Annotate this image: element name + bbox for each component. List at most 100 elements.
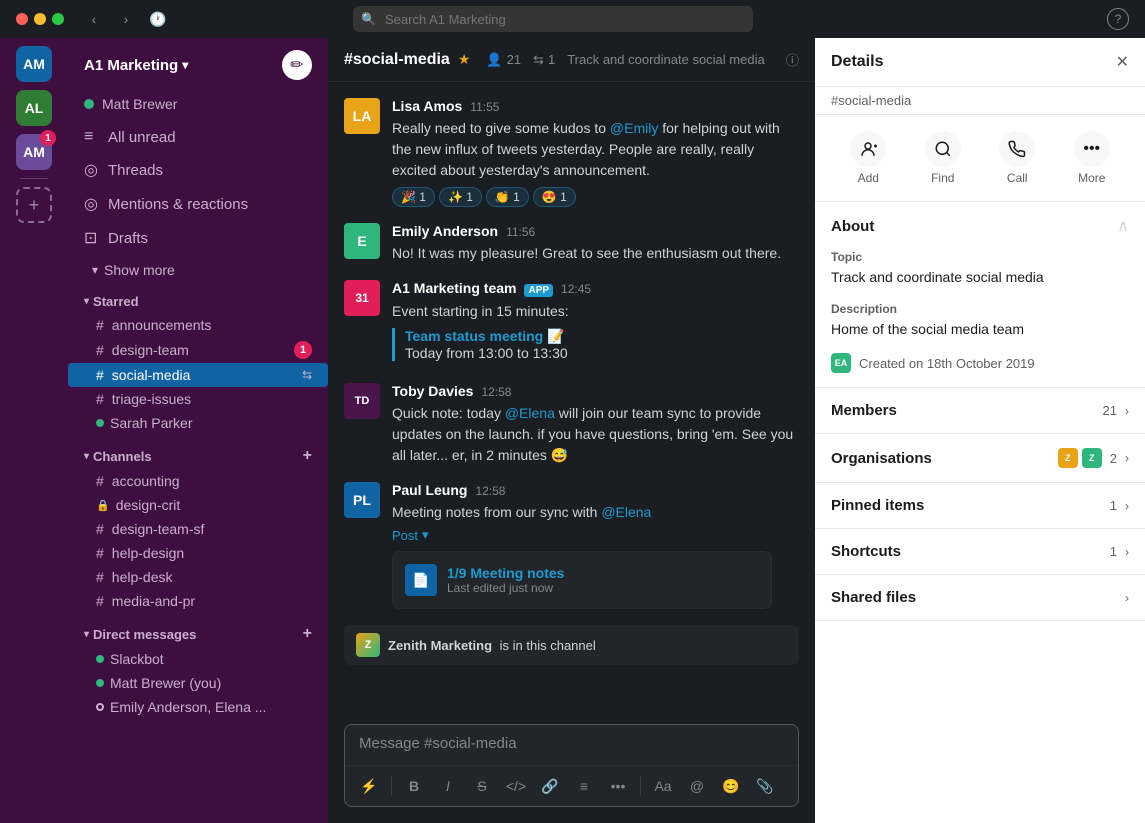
italic-button[interactable]: I — [434, 772, 462, 800]
channels-label: Channels — [93, 449, 152, 464]
mention[interactable]: @Elena — [601, 504, 651, 520]
nav-item-drafts[interactable]: ⊡ Drafts — [68, 222, 328, 254]
attachment-info: 1/9 Meeting notes Last edited just now — [447, 565, 759, 595]
nav-item-all-unread[interactable]: ≡ All unread — [68, 122, 328, 152]
help-button[interactable]: ? — [1107, 8, 1129, 30]
description-label: Description — [831, 302, 1129, 316]
sidebar-item-design-team[interactable]: # design-team 1 — [68, 337, 328, 363]
more-icon: ••• — [1074, 131, 1110, 167]
sidebar-item-design-crit[interactable]: 🔒 design-crit — [68, 493, 328, 517]
nav-item-mentions[interactable]: ◎ Mentions & reactions — [68, 188, 328, 220]
code-button[interactable]: </> — [502, 772, 530, 800]
reaction-item[interactable]: ✨ 1 — [439, 187, 482, 207]
lightning-button[interactable]: ⚡ — [355, 772, 383, 800]
close-details-button[interactable]: ✕ — [1116, 52, 1129, 72]
message-input[interactable]: Message #social-media — [345, 725, 798, 765]
about-section-header[interactable]: About ∧ — [815, 202, 1145, 250]
maximize-traffic-light[interactable] — [52, 13, 64, 25]
workspace-name[interactable]: A1 Marketing ▾ — [84, 57, 188, 74]
channel-title: #social-media — [344, 51, 450, 69]
quoted-title[interactable]: Team status meeting 📝 — [405, 328, 799, 345]
add-channel-button[interactable]: + — [303, 447, 312, 465]
workspace-avatar-al[interactable]: AL — [16, 90, 52, 126]
sidebar-item-emily-elena[interactable]: Emily Anderson, Elena ... — [68, 695, 328, 719]
avatar: E — [344, 223, 380, 259]
reaction-item[interactable]: 🎉 1 — [392, 187, 435, 207]
close-traffic-light[interactable] — [16, 13, 28, 25]
attach-button[interactable]: 📎 — [751, 772, 779, 800]
chevron-right-icon: › — [1125, 545, 1129, 559]
workspace-avatar-am[interactable]: AM — [16, 46, 52, 82]
members-section-header[interactable]: Members 21 › — [815, 388, 1145, 433]
history-button[interactable]: 🕐 — [144, 8, 172, 30]
sidebar-item-social-media[interactable]: # social-media ⇆ — [68, 363, 328, 387]
search-input[interactable] — [353, 6, 753, 32]
members-count[interactable]: 👤 21 — [486, 52, 521, 68]
emoji-button[interactable]: 😊 — [717, 772, 745, 800]
lock-icon: 🔒 — [96, 499, 110, 512]
show-more-nav[interactable]: ▾ Show more — [68, 258, 328, 282]
message-input-box: Message #social-media ⚡ B I S </> 🔗 ≡ ••… — [344, 724, 799, 807]
sidebar-item-accounting[interactable]: # accounting — [68, 469, 328, 493]
message-attachment[interactable]: 📄 1/9 Meeting notes Last edited just now — [392, 551, 772, 609]
sidebar-item-design-team-sf[interactable]: # design-team-sf — [68, 517, 328, 541]
list-button[interactable]: ≡ — [570, 772, 598, 800]
message-author: Paul Leung — [392, 482, 467, 498]
compose-button[interactable]: ✏ — [282, 50, 312, 80]
sidebar-item-slackbot[interactable]: Slackbot — [68, 647, 328, 671]
sidebar-item-help-desk[interactable]: # help-desk — [68, 565, 328, 589]
reaction-item[interactable]: 😍 1 — [533, 187, 576, 207]
info-button[interactable]: ⓘ — [786, 50, 799, 69]
description-field: Description Home of the social media tea… — [831, 302, 1129, 340]
mention-button[interactable]: @ — [683, 772, 711, 800]
pinned-section-header[interactable]: Pinned items 1 › — [815, 483, 1145, 528]
more-action[interactable]: ••• More — [1074, 131, 1110, 185]
more-formatting-button[interactable]: ••• — [604, 772, 632, 800]
sidebar-item-help-design[interactable]: # help-design — [68, 541, 328, 565]
starred-section-header[interactable]: ▾ Starred — [68, 290, 328, 313]
mention[interactable]: @Emily — [610, 120, 658, 136]
sidebar-item-triage-issues[interactable]: # triage-issues — [68, 387, 328, 411]
link-button[interactable]: 🔗 — [536, 772, 564, 800]
font-button[interactable]: Aa — [649, 772, 677, 800]
back-button[interactable]: ‹ — [80, 8, 108, 30]
details-title: Details — [831, 53, 883, 71]
organisations-section: Organisations Z Z 2 › — [815, 434, 1145, 483]
sidebar-item-matt-brewer[interactable]: Matt Brewer (you) — [68, 671, 328, 695]
bookmark-count[interactable]: ⇆ 1 — [533, 52, 555, 68]
shared-files-section-header[interactable]: Shared files › — [815, 575, 1145, 620]
mention[interactable]: @Elena — [505, 405, 555, 421]
call-action[interactable]: Call — [999, 131, 1035, 185]
avatar: PL — [344, 482, 380, 518]
description-value: Home of the social media team — [831, 320, 1129, 340]
find-action[interactable]: Find — [925, 131, 961, 185]
pinned-count: 1 — [1110, 498, 1117, 513]
shortcuts-section-header[interactable]: Shortcuts 1 › — [815, 529, 1145, 574]
attachment-icon: 📄 — [405, 564, 437, 596]
message-text: Meeting notes from our sync with @Elena — [392, 502, 799, 523]
forward-button[interactable]: › — [112, 8, 140, 30]
join-banner: Z Zenith Marketing is in this channel — [344, 625, 799, 665]
sidebar-item-media-and-pr[interactable]: # media-and-pr — [68, 589, 328, 613]
sidebar-item-sarah-parker[interactable]: Sarah Parker — [68, 411, 328, 435]
nav-item-threads[interactable]: ◎ Threads — [68, 154, 328, 186]
strikethrough-button[interactable]: S — [468, 772, 496, 800]
dm-section-header[interactable]: ▾ Direct messages + — [68, 621, 328, 647]
add-dm-button[interactable]: + — [303, 625, 312, 643]
add-workspace-button[interactable]: + — [16, 187, 52, 223]
add-action[interactable]: Add — [850, 131, 886, 185]
bold-button[interactable]: B — [400, 772, 428, 800]
star-icon[interactable]: ★ — [458, 51, 471, 68]
message-time: 12:45 — [561, 282, 591, 296]
minimize-traffic-light[interactable] — [34, 13, 46, 25]
sidebar-nav: ≡ All unread ◎ Threads ◎ Mentions & reac… — [68, 118, 328, 258]
reaction-item[interactable]: 👏 1 — [486, 187, 529, 207]
details-panel: Details ✕ #social-media Add Find — [815, 38, 1145, 823]
members-section: Members 21 › — [815, 388, 1145, 434]
sidebar-section: ▾ Starred # announcements # design-team … — [68, 282, 328, 823]
channels-section-header[interactable]: ▾ Channels + — [68, 443, 328, 469]
workspace-avatar-am2[interactable]: AM 1 — [16, 134, 52, 170]
sidebar-item-announcements[interactable]: # announcements — [68, 313, 328, 337]
organisations-section-header[interactable]: Organisations Z Z 2 › — [815, 434, 1145, 482]
post-link[interactable]: Post ▾ — [392, 527, 799, 543]
